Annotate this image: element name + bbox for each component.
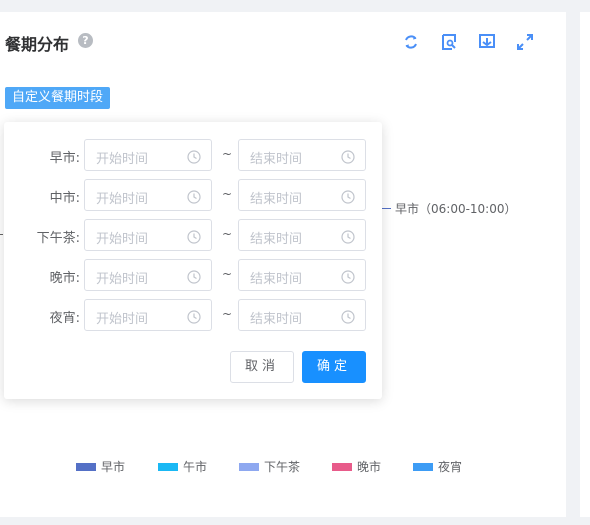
start-time-input[interactable]: 开始时间 xyxy=(84,219,212,251)
legend-item[interactable]: 下午茶 xyxy=(239,458,332,475)
period-label: 夜宵: xyxy=(49,311,80,326)
end-time-input[interactable]: 结束时间 xyxy=(238,219,366,251)
legend-label: 下午茶 xyxy=(264,460,301,474)
legend-swatch xyxy=(76,462,96,471)
end-time-placeholder: 结束时间 xyxy=(250,152,303,167)
start-time-placeholder: 开始时间 xyxy=(96,272,149,287)
clock-icon xyxy=(341,269,355,284)
chart-edge-mark xyxy=(0,234,3,235)
clock-icon xyxy=(187,309,201,324)
start-time-input[interactable]: 开始时间 xyxy=(84,299,212,331)
help-icon[interactable]: ? xyxy=(78,33,93,48)
legend-label: 早市 xyxy=(101,460,126,474)
refresh-icon[interactable] xyxy=(402,33,420,51)
clock-icon xyxy=(341,309,355,324)
clock-icon xyxy=(187,269,201,284)
clock-icon xyxy=(187,229,201,244)
end-time-input[interactable]: 结束时间 xyxy=(238,259,366,291)
label-leader-line xyxy=(382,208,391,209)
end-time-input[interactable]: 结束时间 xyxy=(238,299,366,331)
legend-swatch xyxy=(413,462,433,471)
range-separator: ~ xyxy=(222,307,233,321)
legend-item[interactable]: 午市 xyxy=(158,458,239,475)
range-separator: ~ xyxy=(222,147,233,161)
save-image-icon[interactable] xyxy=(478,33,496,51)
adjacent-card xyxy=(580,12,590,517)
clock-icon xyxy=(187,189,201,204)
legend-label: 夜宵 xyxy=(438,460,463,474)
end-time-input[interactable]: 结束时间 xyxy=(238,179,366,211)
clock-icon xyxy=(187,149,201,164)
panel-title: 餐期分布 xyxy=(5,35,70,54)
fullscreen-icon[interactable] xyxy=(516,33,534,51)
period-row: 夜宵: 开始时间 ~ 结束时间 xyxy=(4,299,382,331)
clock-icon xyxy=(341,149,355,164)
confirm-button[interactable]: 确定 xyxy=(302,351,366,383)
period-row: 晚市: 开始时间 ~ 结束时间 xyxy=(4,259,382,291)
cancel-button[interactable]: 取消 xyxy=(230,351,294,383)
start-time-placeholder: 开始时间 xyxy=(96,192,149,207)
end-time-placeholder: 结束时间 xyxy=(250,272,303,287)
legend-label: 晚市 xyxy=(357,460,382,474)
legend-swatch xyxy=(239,462,259,471)
range-separator: ~ xyxy=(222,227,233,241)
chart-legend: 早市 午市 下午茶 晚市 夜宵 xyxy=(76,458,473,475)
period-label: 晚市: xyxy=(49,271,80,286)
slice-label: 早市（06:00-10:00） xyxy=(382,200,517,217)
end-time-placeholder: 结束时间 xyxy=(250,312,303,327)
legend-item[interactable]: 夜宵 xyxy=(413,458,473,475)
end-time-input[interactable]: 结束时间 xyxy=(238,139,366,171)
start-time-input[interactable]: 开始时间 xyxy=(84,179,212,211)
period-label: 中市: xyxy=(49,191,80,206)
slice-label-text: 早市（06:00-10:00） xyxy=(395,202,517,216)
start-time-input[interactable]: 开始时间 xyxy=(84,139,212,171)
legend-swatch xyxy=(158,462,178,471)
start-time-placeholder: 开始时间 xyxy=(96,152,149,167)
end-time-placeholder: 结束时间 xyxy=(250,232,303,247)
custom-period-popover: 取消 确定 早市: 开始时间 ~ 结束时间 中市: 开始时间 ~ 结束时间 下午茶: 开始时间 ~ 结… xyxy=(4,122,382,399)
period-row: 中市: 开始时间 ~ 结束时间 xyxy=(4,179,382,211)
clock-icon xyxy=(341,189,355,204)
legend-item[interactable]: 早市 xyxy=(76,458,158,475)
period-label: 早市: xyxy=(49,151,80,166)
period-label: 下午茶: xyxy=(36,231,80,246)
range-separator: ~ xyxy=(222,267,233,281)
start-time-placeholder: 开始时间 xyxy=(96,232,149,247)
end-time-placeholder: 结束时间 xyxy=(250,192,303,207)
period-row: 早市: 开始时间 ~ 结束时间 xyxy=(4,139,382,171)
legend-swatch xyxy=(332,462,352,471)
clock-icon xyxy=(341,229,355,244)
legend-label: 午市 xyxy=(183,460,208,474)
period-row: 下午茶: 开始时间 ~ 结束时间 xyxy=(4,219,382,251)
start-time-input[interactable]: 开始时间 xyxy=(84,259,212,291)
range-separator: ~ xyxy=(222,187,233,201)
chart-toolbar xyxy=(402,33,534,51)
data-view-icon[interactable] xyxy=(440,33,458,51)
custom-period-button[interactable]: 自定义餐期时段 xyxy=(5,87,111,109)
start-time-placeholder: 开始时间 xyxy=(96,312,149,327)
legend-item[interactable]: 晚市 xyxy=(332,458,413,475)
